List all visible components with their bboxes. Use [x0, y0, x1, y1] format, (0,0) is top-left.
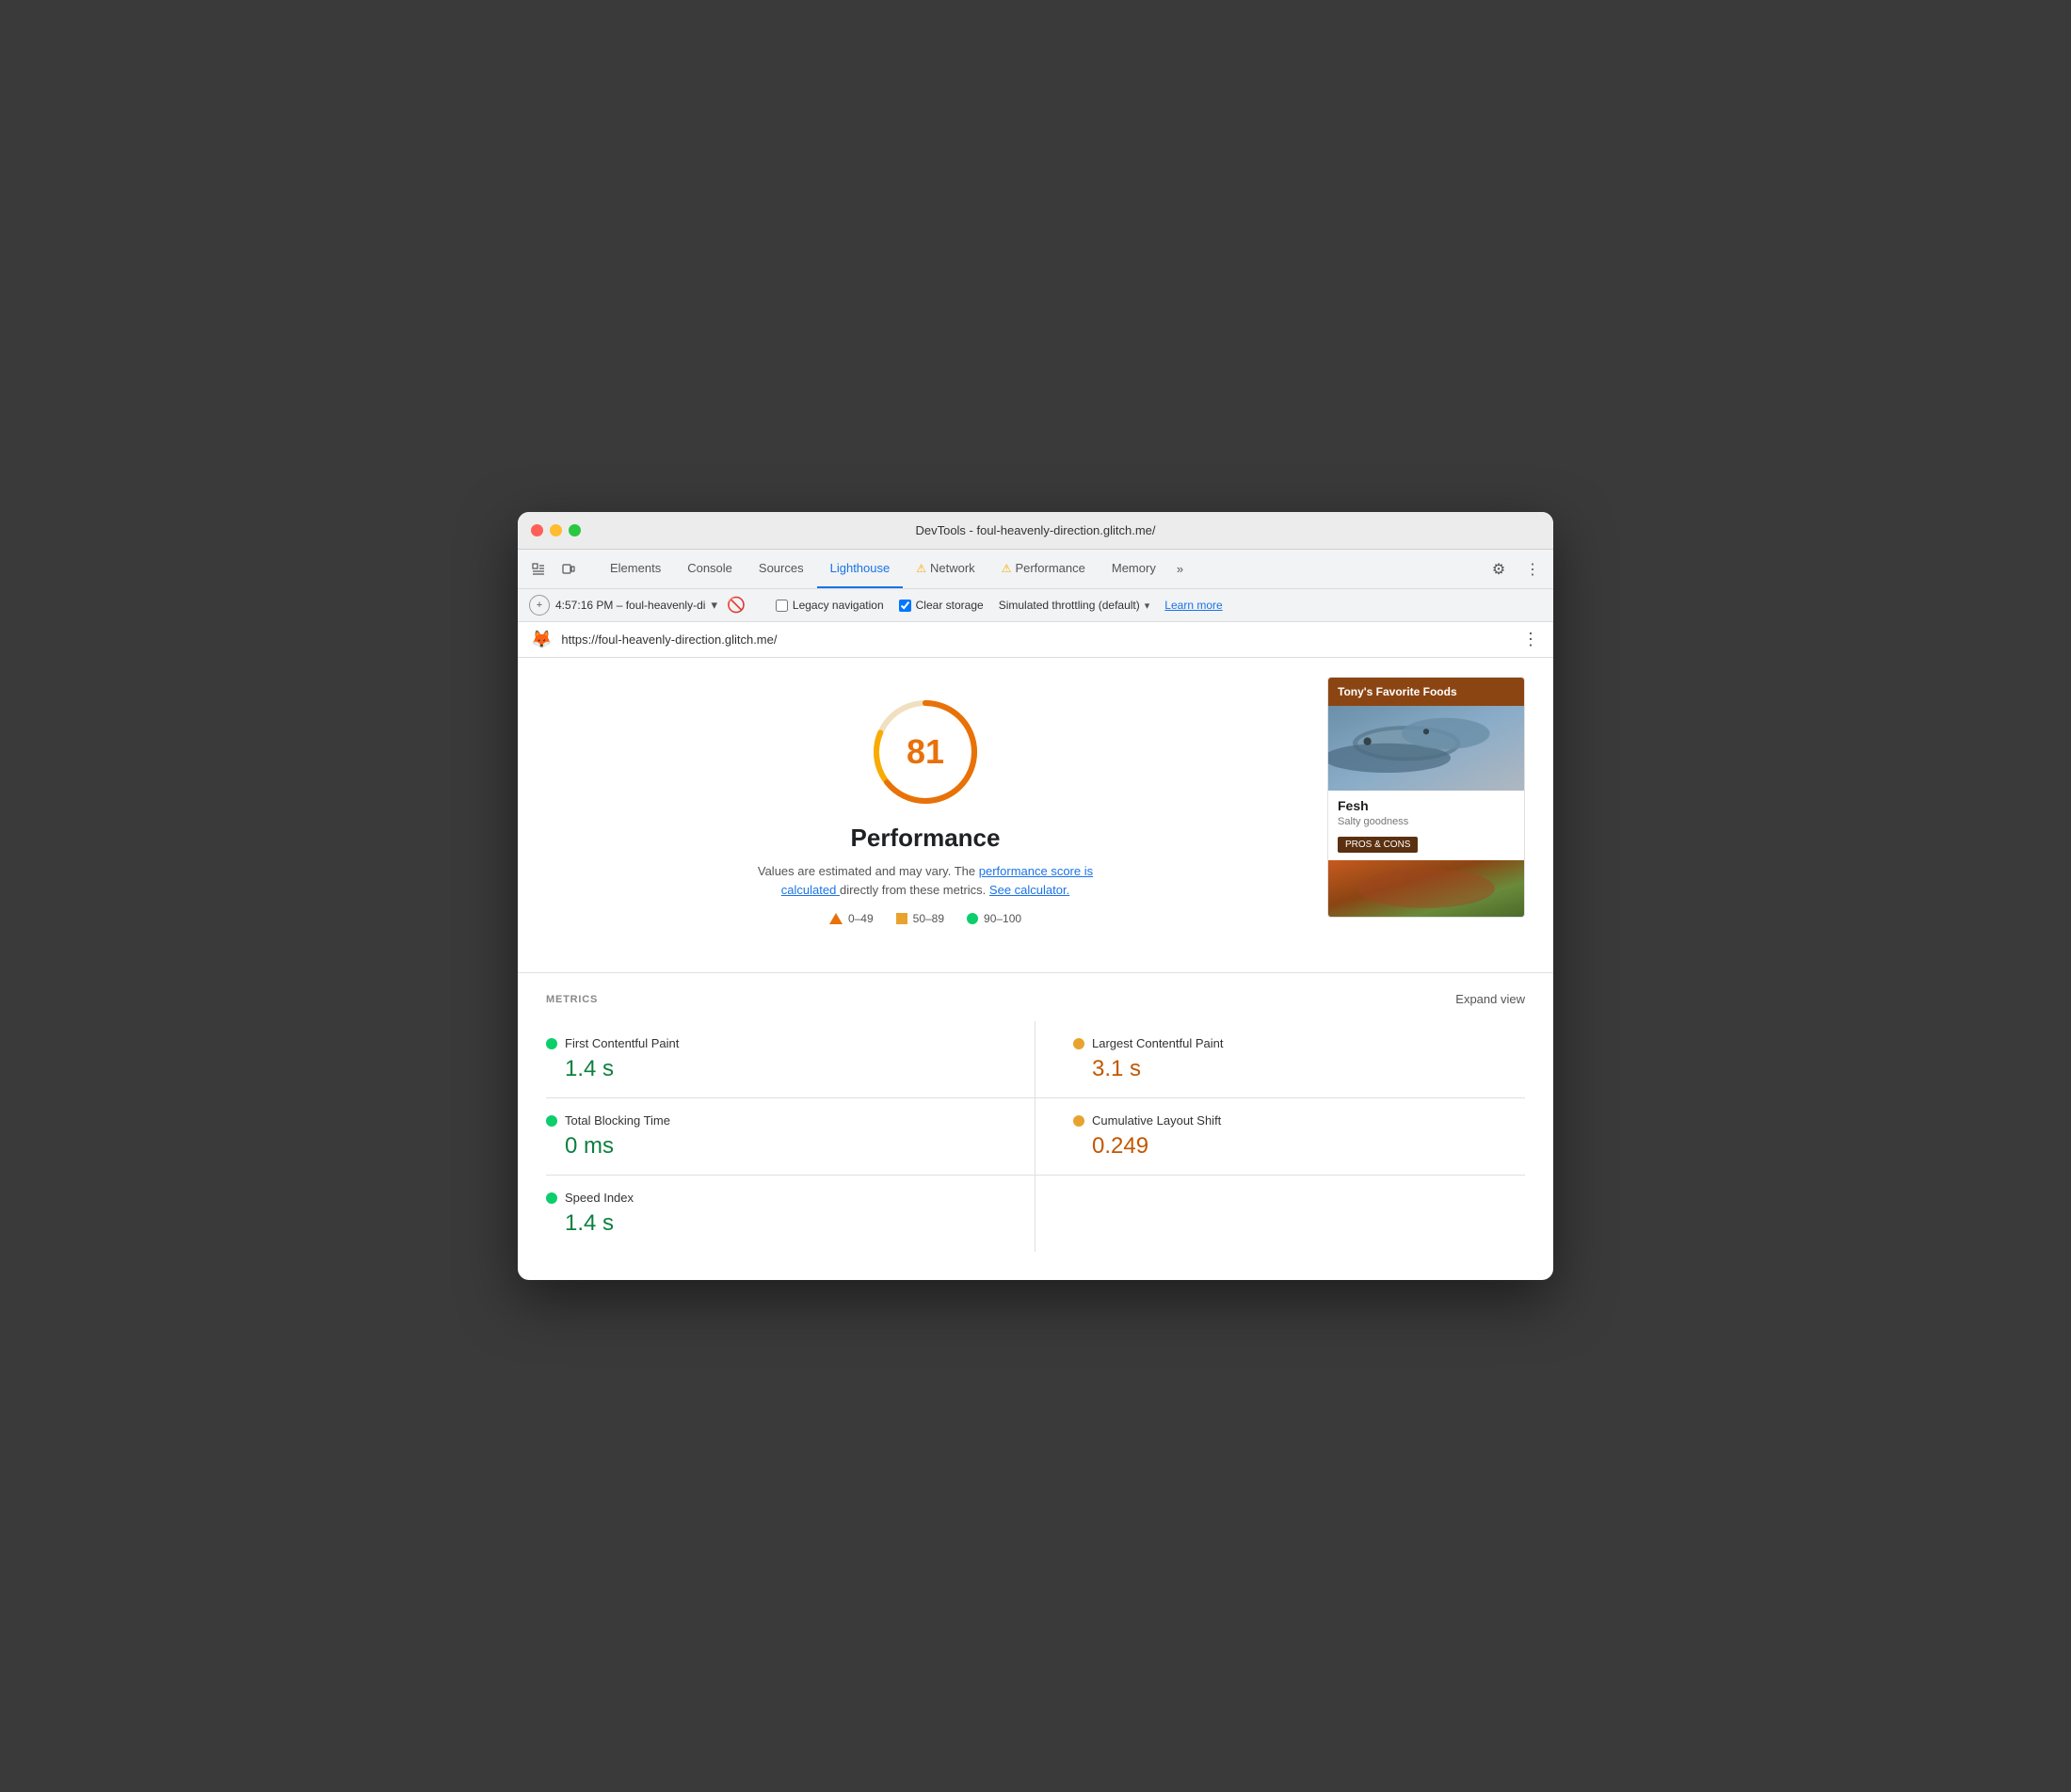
url-more-options[interactable]: ⋮: [1522, 630, 1540, 649]
tabbar: Elements Console Sources Lighthouse ⚠ Ne…: [518, 550, 1553, 589]
food-name: Fesh: [1338, 798, 1515, 813]
metrics-grid: First Contentful Paint 1.4 s Largest Con…: [546, 1021, 1525, 1252]
metric-cls-header: Cumulative Layout Shift: [1073, 1113, 1506, 1128]
device-icon[interactable]: [555, 556, 582, 583]
metric-tbt: Total Blocking Time 0 ms: [546, 1098, 1036, 1176]
preview-image-fish: [1328, 706, 1524, 791]
tab-memory[interactable]: Memory: [1099, 550, 1169, 588]
score-description: Values are estimated and may vary. The p…: [747, 862, 1104, 899]
square-icon: [896, 913, 907, 924]
minimize-button[interactable]: [550, 524, 562, 536]
warning-icon: ⚠: [916, 562, 926, 575]
metric-fcp-label: First Contentful Paint: [565, 1036, 679, 1050]
metric-fcp-header: First Contentful Paint: [546, 1036, 997, 1050]
metrics-header: METRICS Expand view: [546, 992, 1525, 1006]
tab-network[interactable]: ⚠ Network: [903, 550, 987, 588]
page-icon: 🦊: [531, 630, 552, 649]
metrics-section: METRICS Expand view First Contentful Pai…: [518, 973, 1553, 1280]
more-options-icon[interactable]: ⋮: [1519, 556, 1546, 583]
metric-tbt-value: 0 ms: [546, 1133, 997, 1160]
circle-icon: [967, 913, 978, 924]
metric-fcp: First Contentful Paint 1.4 s: [546, 1021, 1036, 1098]
metric-tbt-header: Total Blocking Time: [546, 1113, 997, 1128]
metric-tbt-label: Total Blocking Time: [565, 1113, 670, 1128]
metric-cls-value: 0.249: [1073, 1133, 1506, 1160]
metric-lcp: Largest Contentful Paint 3.1 s: [1036, 1021, 1525, 1098]
tab-list: Elements Console Sources Lighthouse ⚠ Ne…: [597, 550, 1478, 588]
expand-view-button[interactable]: Expand view: [1455, 992, 1525, 1006]
legacy-nav-checkbox[interactable]: [776, 600, 788, 612]
preview-body: Fesh Salty goodness PROS & CONS: [1328, 791, 1524, 860]
timestamp-dropdown[interactable]: ▾: [711, 598, 717, 613]
toolbar-left: + 4:57:16 PM – foul-heavenly-di ▾ 🚫: [529, 595, 746, 616]
pros-cons-button[interactable]: PROS & CONS: [1338, 837, 1418, 853]
legend-medium: 50–89: [896, 912, 944, 925]
metric-si: Speed Index 1.4 s: [546, 1176, 1036, 1252]
metric-dot-green-tbt: [546, 1115, 557, 1127]
delete-recording-icon[interactable]: 🚫: [727, 596, 746, 615]
recording-timestamp: 4:57:16 PM – foul-heavenly-di: [555, 599, 705, 612]
performance-score: 81: [907, 732, 944, 772]
triangle-icon: [829, 913, 843, 924]
metric-si-header: Speed Index: [546, 1191, 997, 1205]
preview-header: Tony's Favorite Foods: [1328, 678, 1524, 706]
metric-dot-green-si: [546, 1192, 557, 1204]
preview-card: Tony's Favorite Foods: [1327, 677, 1525, 918]
performance-title: Performance: [851, 824, 1001, 853]
right-panel: Tony's Favorite Foods: [1327, 677, 1525, 944]
tab-console[interactable]: Console: [674, 550, 746, 588]
food-desc: Salty goodness: [1338, 816, 1515, 827]
window-title: DevTools - foul-heavenly-direction.glitc…: [915, 523, 1155, 537]
tab-more[interactable]: »: [1169, 562, 1191, 576]
metric-lcp-header: Largest Contentful Paint: [1073, 1036, 1506, 1050]
score-circle: 81: [869, 696, 982, 808]
clear-storage-checkbox[interactable]: [899, 600, 911, 612]
tabbar-right: ⚙ ⋮: [1485, 556, 1546, 583]
metric-dot-orange-cls: [1073, 1115, 1084, 1127]
maximize-button[interactable]: [569, 524, 581, 536]
clear-storage-checkbox-label[interactable]: Clear storage: [899, 599, 984, 612]
legend-high: 90–100: [967, 912, 1021, 925]
toolbar: + 4:57:16 PM – foul-heavenly-di ▾ 🚫 Lega…: [518, 589, 1553, 622]
tab-performance[interactable]: ⚠ Performance: [988, 550, 1099, 588]
tab-icon-group: [525, 556, 582, 583]
tab-elements[interactable]: Elements: [597, 550, 674, 588]
urlbar: 🦊 https://foul-heavenly-direction.glitch…: [518, 622, 1553, 658]
throttling-option: Simulated throttling (default) ▾: [999, 599, 1150, 612]
legacy-nav-checkbox-label[interactable]: Legacy navigation: [776, 599, 884, 612]
score-section: 81 Performance Values are estimated and …: [546, 677, 1305, 944]
preview-image2: [1328, 860, 1524, 917]
left-panel: 81 Performance Values are estimated and …: [546, 677, 1305, 944]
warning-icon-perf: ⚠: [1002, 562, 1012, 575]
devtools-window: DevTools - foul-heavenly-direction.glitc…: [518, 512, 1553, 1280]
close-button[interactable]: [531, 524, 543, 536]
metric-cls-label: Cumulative Layout Shift: [1092, 1113, 1221, 1128]
checkbox-group: Legacy navigation Clear storage Simulate…: [776, 599, 1223, 612]
metric-empty: [1036, 1176, 1525, 1252]
score-legend: 0–49 50–89 90–100: [829, 912, 1021, 925]
traffic-lights: [531, 524, 581, 536]
metric-fcp-value: 1.4 s: [546, 1056, 997, 1082]
learn-more-link[interactable]: Learn more: [1164, 599, 1222, 612]
calculator-link[interactable]: See calculator.: [989, 883, 1069, 897]
titlebar: DevTools - foul-heavenly-direction.glitc…: [518, 512, 1553, 550]
inspect-icon[interactable]: [525, 556, 552, 583]
add-recording-button[interactable]: +: [529, 595, 550, 616]
metric-lcp-value: 3.1 s: [1073, 1056, 1506, 1082]
main-content: 81 Performance Values are estimated and …: [518, 658, 1553, 972]
tab-lighthouse[interactable]: Lighthouse: [817, 550, 904, 588]
url-display: https://foul-heavenly-direction.glitch.m…: [561, 632, 1513, 647]
legend-low: 0–49: [829, 912, 874, 925]
metric-lcp-label: Largest Contentful Paint: [1092, 1036, 1223, 1050]
settings-icon[interactable]: ⚙: [1485, 556, 1512, 583]
metric-dot-green: [546, 1038, 557, 1049]
metric-cls: Cumulative Layout Shift 0.249: [1036, 1098, 1525, 1176]
metrics-label: METRICS: [546, 994, 598, 1005]
throttling-dropdown-icon[interactable]: ▾: [1145, 600, 1150, 612]
tab-sources[interactable]: Sources: [746, 550, 817, 588]
metric-si-value: 1.4 s: [546, 1210, 997, 1237]
metric-dot-orange-lcp: [1073, 1038, 1084, 1049]
metric-si-label: Speed Index: [565, 1191, 634, 1205]
